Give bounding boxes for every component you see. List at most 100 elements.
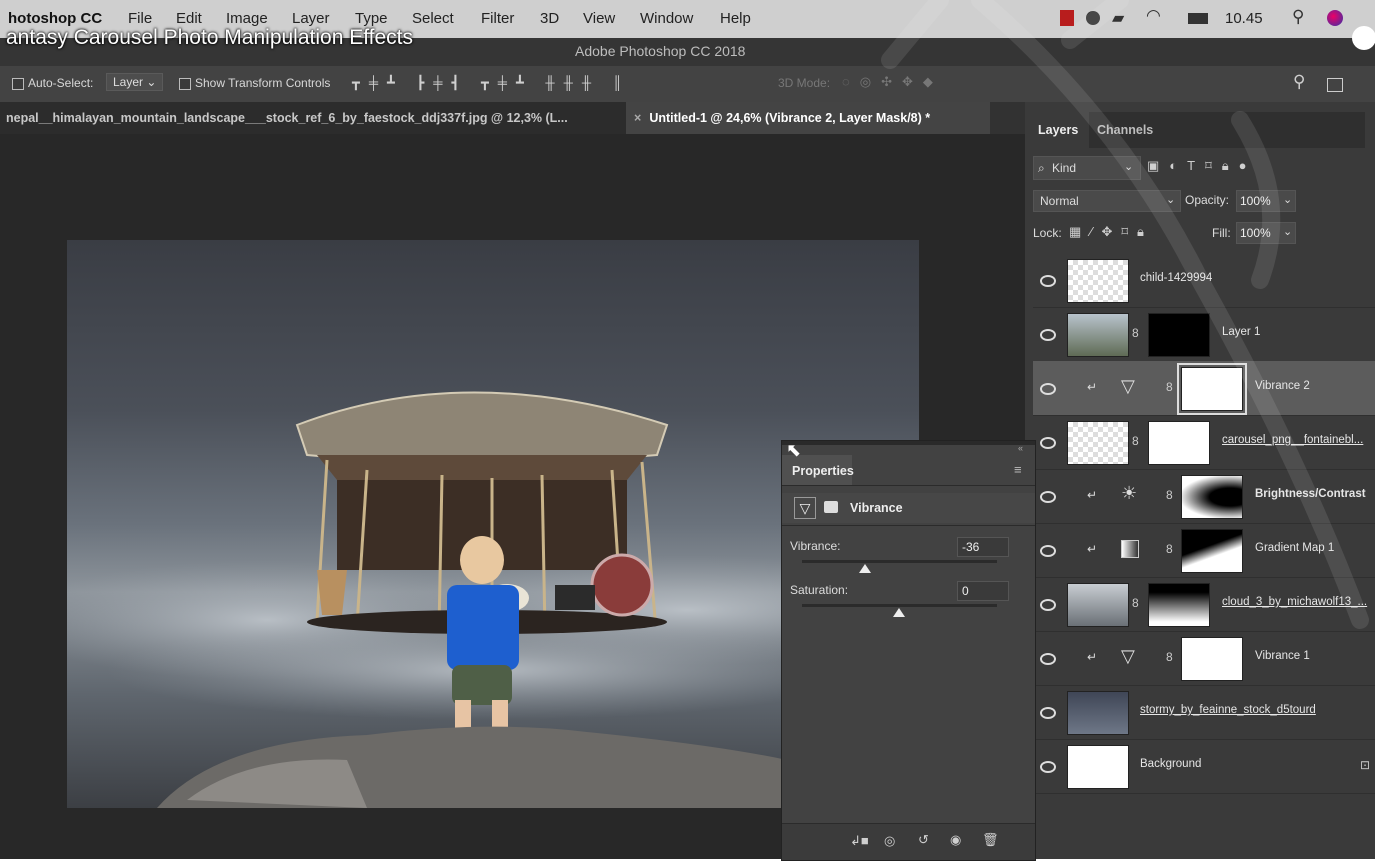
visibility-eye-icon[interactable] <box>1040 275 1056 287</box>
wifi-icon[interactable]: ◠ <box>1146 6 1161 26</box>
mask-link-icon[interactable]: 8 <box>1166 380 1173 394</box>
mask-link-icon[interactable]: 8 <box>1166 488 1173 502</box>
layer-row-vibrance-1[interactable]: ↵ ▽ 8 Vibrance 1 <box>1033 631 1375 686</box>
vibrance-icon: ▽ <box>794 497 816 519</box>
collapse-icon[interactable]: « <box>1018 443 1023 453</box>
opacity-field[interactable]: 100% ⌄ <box>1236 190 1296 212</box>
saturation-slider-thumb[interactable] <box>893 608 905 617</box>
tab-nepal-landscape[interactable]: nepal__himalayan_mountain_landscape___st… <box>0 102 628 134</box>
record-icon[interactable] <box>1060 10 1074 26</box>
visibility-eye-icon[interactable]: ◉ <box>950 832 961 848</box>
clock: 10.45 <box>1225 10 1263 27</box>
mask-link-icon[interactable]: 8 <box>1132 434 1139 448</box>
view-previous-icon[interactable]: ◎ <box>884 833 895 849</box>
layer-mask-thumbnail[interactable] <box>1177 363 1247 415</box>
search-icon[interactable]: ⚲ <box>1293 72 1305 92</box>
document-tabs: nepal__himalayan_mountain_landscape___st… <box>0 102 1025 134</box>
mask-icon[interactable] <box>824 501 838 513</box>
menu-view[interactable]: View <box>583 10 615 27</box>
chevron-down-icon: ⌄ <box>1124 161 1134 173</box>
mask-link-icon[interactable]: 8 <box>1132 326 1139 340</box>
notification-icon[interactable]: ▰ <box>1112 8 1124 28</box>
visibility-eye-icon[interactable] <box>1040 599 1056 611</box>
lock-icons[interactable]: ▦⁄✥⌑🔒︎ <box>1069 224 1153 240</box>
visibility-eye-icon[interactable] <box>1040 653 1056 665</box>
layer-row-carousel[interactable]: 8 carousel_png__fontainebl... <box>1033 415 1375 470</box>
layer-row-brightness-contrast[interactable]: ↵ ☀ 8 Brightness/Contrast <box>1033 469 1375 524</box>
layer-thumbnail <box>1067 691 1129 735</box>
visibility-eye-icon[interactable] <box>1040 707 1056 719</box>
menu-select[interactable]: Select <box>412 10 454 27</box>
mask-link-icon[interactable]: 8 <box>1132 596 1139 610</box>
show-transform-checkbox[interactable] <box>179 78 191 90</box>
layer-filter-dropdown[interactable]: ⌕ Kind ⌄ <box>1033 156 1141 180</box>
clip-to-layer-icon[interactable]: ↲■ <box>850 833 869 849</box>
layer-row-vibrance-2[interactable]: ↵ ▽ 8 Vibrance 2 <box>1033 361 1375 416</box>
app-menu[interactable]: hotoshop CC <box>8 10 102 27</box>
panel-collapse-strip <box>782 441 1035 445</box>
layer-mask-thumbnail[interactable] <box>1148 421 1210 465</box>
filter-type-icons[interactable]: ▣◐T⌑🔒︎● <box>1147 158 1257 174</box>
menu-help[interactable]: Help <box>720 10 751 27</box>
tab-untitled-1[interactable]: × Untitled-1 @ 24,6% (Vibrance 2, Layer M… <box>626 102 990 134</box>
app-status-icon[interactable] <box>1086 11 1100 25</box>
layer-row-gradient-map[interactable]: ↵ 8 Gradient Map 1 <box>1033 523 1375 578</box>
vibrance-icon: ▽ <box>1121 376 1135 396</box>
saturation-input[interactable]: 0 <box>957 581 1009 601</box>
layer-row-background[interactable]: Background ⊡ <box>1033 739 1375 794</box>
gradient-map-icon <box>1121 540 1139 558</box>
visibility-eye-icon[interactable] <box>1040 545 1056 557</box>
visibility-eye-icon[interactable] <box>1040 383 1056 395</box>
menu-image[interactable]: Image <box>226 10 268 27</box>
options-bar: Auto-Select: Layer ⌄ Show Transform Cont… <box>0 66 1375 103</box>
menu-filter[interactable]: Filter <box>481 10 514 27</box>
panel-menu-icon[interactable]: ≡ <box>1014 462 1022 477</box>
layer-mask-thumbnail[interactable] <box>1148 583 1210 627</box>
video-title-overlay: antasy Carousel Photo Manipulation Effec… <box>6 26 414 49</box>
battery-icon[interactable] <box>1188 13 1208 24</box>
layer-mask-thumbnail[interactable] <box>1181 637 1243 681</box>
layer-mask-thumbnail[interactable] <box>1181 475 1243 519</box>
vibrance-slider-thumb[interactable] <box>859 564 871 573</box>
mask-link-icon[interactable]: 8 <box>1166 650 1173 664</box>
menu-edit[interactable]: Edit <box>176 10 202 27</box>
visibility-eye-icon[interactable] <box>1040 329 1056 341</box>
menu-3d[interactable]: 3D <box>540 10 559 27</box>
clip-arrow-icon: ↵ <box>1087 380 1098 394</box>
menu-type[interactable]: Type <box>355 10 388 27</box>
layer-row-layer-1[interactable]: 8 Layer 1 <box>1033 307 1375 362</box>
3d-tool-icons[interactable]: ◌◎✣✥◆ <box>842 74 943 90</box>
vibrance-slider-track[interactable] <box>802 560 997 563</box>
trash-icon[interactable]: 🗑︎ <box>982 832 999 848</box>
menu-window[interactable]: Window <box>640 10 693 27</box>
auto-select-value: Layer <box>113 75 144 89</box>
menu-layer[interactable]: Layer <box>292 10 330 27</box>
saturation-slider-track[interactable] <box>802 604 997 607</box>
siri-icon[interactable] <box>1327 10 1343 26</box>
layer-row-cloud[interactable]: 8 cloud_3_by_michawolf13_... <box>1033 577 1375 632</box>
layer-row-stormy[interactable]: stormy_by_feainne_stock_d5tourd <box>1033 685 1375 740</box>
close-tab-icon[interactable]: × <box>634 111 641 125</box>
saturation-label: Saturation: <box>790 583 849 597</box>
layer-name: carousel_png__fontainebl... <box>1222 434 1364 446</box>
spotlight-icon[interactable]: ⚲ <box>1292 7 1304 27</box>
filter-kind-label: Kind <box>1052 161 1077 175</box>
workspace-icon[interactable] <box>1327 78 1343 92</box>
reset-icon[interactable]: ↺ <box>918 832 929 848</box>
visibility-eye-icon[interactable] <box>1040 437 1056 449</box>
vibrance-input[interactable]: -36 <box>957 537 1009 557</box>
mask-link-icon[interactable]: 8 <box>1166 542 1173 556</box>
layer-mask-thumbnail[interactable] <box>1181 529 1243 573</box>
menu-file[interactable]: File <box>128 10 152 27</box>
align-icons[interactable]: ┳╪┻ ┣╪┫ ┳╪┻ ╫╫╫ ║ <box>352 75 631 91</box>
layer-row-child[interactable]: child-1429994 <box>1033 253 1375 308</box>
visibility-eye-icon[interactable] <box>1040 491 1056 503</box>
fill-field[interactable]: 100% ⌄ <box>1236 222 1296 244</box>
auto-select-dropdown[interactable]: Layer ⌄ <box>106 73 164 91</box>
layer-mask-thumbnail[interactable] <box>1148 313 1210 357</box>
clock-overlay-icon <box>1352 26 1375 50</box>
auto-select-checkbox[interactable] <box>12 78 24 90</box>
blend-mode-dropdown[interactable]: Normal ⌄ <box>1033 190 1181 212</box>
visibility-eye-icon[interactable] <box>1040 761 1056 773</box>
tab-channels[interactable]: Channels <box>1097 123 1153 137</box>
